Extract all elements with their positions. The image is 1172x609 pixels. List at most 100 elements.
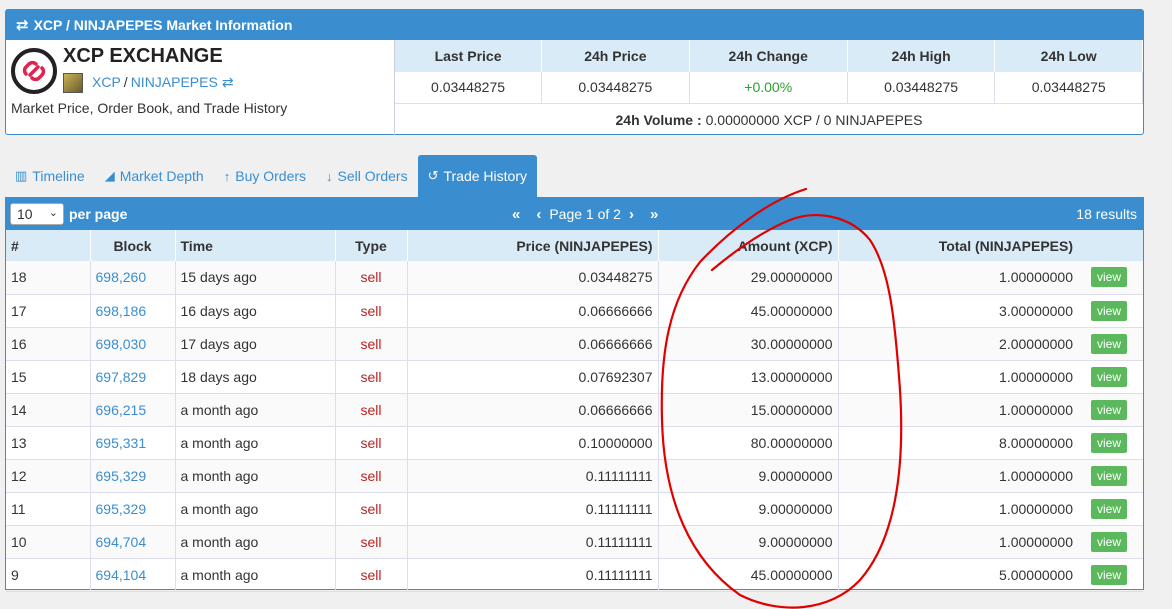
prev-page-icon[interactable]: ‹ [536,206,541,223]
block-link[interactable]: 695,329 [90,492,176,526]
market-stats: Last Price 24h Price 24h Change 24h High… [395,40,1143,135]
trade-total: 1.00000000 [838,261,1083,295]
trade-time: a month ago [175,558,336,592]
col-header-type[interactable]: Type [335,230,408,261]
action-cell: view [1083,426,1143,460]
trade-total: 2.00000000 [838,327,1083,361]
base-asset-link[interactable]: XCP [92,74,121,90]
trade-time: 16 days ago [175,294,336,328]
trade-type: sell [335,558,408,592]
tab-label: Timeline [32,168,85,184]
stat-24h-low: 0.03448275 [994,72,1143,104]
col-header-time[interactable]: Time [175,230,336,261]
trade-total: 1.00000000 [838,492,1083,526]
block-link[interactable]: 697,829 [90,360,176,394]
block-link[interactable]: 698,260 [90,261,176,295]
block-link[interactable]: 696,215 [90,393,176,427]
col-header-number[interactable]: # [6,230,91,261]
trade-total: 3.00000000 [838,294,1083,328]
table-toolbar: 10 ⌄ per page « ‹ Page 1 of 2 › » 18 res… [6,198,1143,230]
first-page-icon[interactable]: « [512,206,520,223]
trade-time: a month ago [175,393,336,427]
tab-label: Trade History [443,168,527,184]
last-page-icon[interactable]: » [650,206,658,223]
chevron-down-icon: ⌄ [48,207,58,219]
quote-asset-link[interactable]: NINJAPEPES [131,74,218,90]
view-button[interactable]: view [1091,531,1128,552]
row-number: 18 [6,261,91,295]
view-button[interactable]: view [1091,333,1128,354]
action-cell: view [1083,492,1143,526]
trade-table: # Block Time Type Price (NINJAPEPES) Amo… [6,230,1143,592]
trade-type: sell [335,261,408,295]
trade-type: sell [335,294,408,328]
trade-price: 0.07692307 [407,360,659,394]
trade-time: a month ago [175,426,336,460]
view-button[interactable]: view [1091,498,1128,519]
action-cell: view [1083,459,1143,493]
tab-timeline[interactable]: ▥ Timeline [5,155,95,197]
trade-price: 0.10000000 [407,426,659,460]
tab-trade-history[interactable]: ↺ Trade History [417,155,537,197]
asset-description: Market Price, Order Book, and Trade Hist… [11,100,288,116]
block-link[interactable]: 695,329 [90,459,176,493]
trade-amount: 9.00000000 [658,525,839,559]
trade-total: 8.00000000 [838,426,1083,460]
row-number: 13 [6,426,91,460]
row-number: 12 [6,459,91,493]
action-cell: view [1083,294,1143,328]
col-header-actions [1083,230,1143,261]
asset-box: XCP EXCHANGE XCP / NINJAPEPES ⇄ Market Pric… [6,40,395,135]
swap-pair-icon[interactable]: ⇄ [222,74,234,90]
block-link[interactable]: 698,030 [90,327,176,361]
volume-label: 24h Volume : [615,111,702,128]
tab-sell-orders[interactable]: ↓ Sell Orders [316,155,418,197]
next-page-icon[interactable]: › [629,206,634,223]
row-number: 17 [6,294,91,328]
trade-amount: 45.00000000 [658,294,839,328]
trade-price: 0.06666666 [407,327,659,361]
view-button[interactable]: view [1091,267,1128,288]
block-link[interactable]: 694,104 [90,558,176,592]
col-header-total[interactable]: Total (NINJAPEPES) [838,230,1083,261]
trade-type: sell [335,492,408,526]
view-button[interactable]: view [1091,366,1128,387]
trade-type: sell [335,327,408,361]
col-header-price[interactable]: Price (NINJAPEPES) [407,230,659,261]
view-button[interactable]: view [1091,399,1128,420]
table-row: 16 698,030 17 days ago sell 0.06666666 30.000… [6,327,1143,361]
view-button[interactable]: view [1091,300,1128,321]
trade-type: sell [335,525,408,559]
table-row: 9 694,104 a month ago sell 0.11111111 45.0000… [6,558,1143,592]
block-link[interactable]: 698,186 [90,294,176,328]
per-page-select[interactable]: 10 ⌄ [10,203,64,225]
trade-price: 0.06666666 [407,294,659,328]
tab-market-depth[interactable]: ◢ Market Depth [95,155,214,197]
block-link[interactable]: 694,704 [90,525,176,559]
view-button[interactable]: view [1091,564,1128,585]
tab-buy-orders[interactable]: ↑ Buy Orders [214,155,316,197]
table-row: 13 695,331 a month ago sell 0.10000000 80.000… [6,426,1143,460]
per-page-value: 10 [17,206,33,222]
trade-time: a month ago [175,525,336,559]
table-header-row: # Block Time Type Price (NINJAPEPES) Amo… [6,230,1143,261]
trade-amount: 9.00000000 [658,492,839,526]
page-title: XCP / NINJAPEPES Market Information [33,17,293,33]
stat-header-24h-high: 24h High [847,40,996,72]
trade-price: 0.11111111 [407,459,659,493]
tab-label: Market Depth [119,168,204,184]
block-link[interactable]: 695,331 [90,426,176,460]
trade-rows: 18 698,260 15 days ago sell 0.03448275 29.000… [6,261,1143,592]
pair-links: XCP / NINJAPEPES ⇄ [92,74,234,91]
col-header-block[interactable]: Block [90,230,176,261]
view-button[interactable]: view [1091,432,1128,453]
col-header-amount[interactable]: Amount (XCP) [658,230,839,261]
arrow-up-icon: ↑ [223,168,231,184]
stat-header-24h-low: 24h Low [994,40,1143,72]
volume-row: 24h Volume : 0.00000000 XCP / 0 NINJAPEP… [395,104,1143,136]
view-button[interactable]: view [1091,465,1128,486]
row-number: 11 [6,492,91,526]
action-cell: view [1083,261,1143,295]
trade-price: 0.11111111 [407,558,659,592]
trade-time: 18 days ago [175,360,336,394]
